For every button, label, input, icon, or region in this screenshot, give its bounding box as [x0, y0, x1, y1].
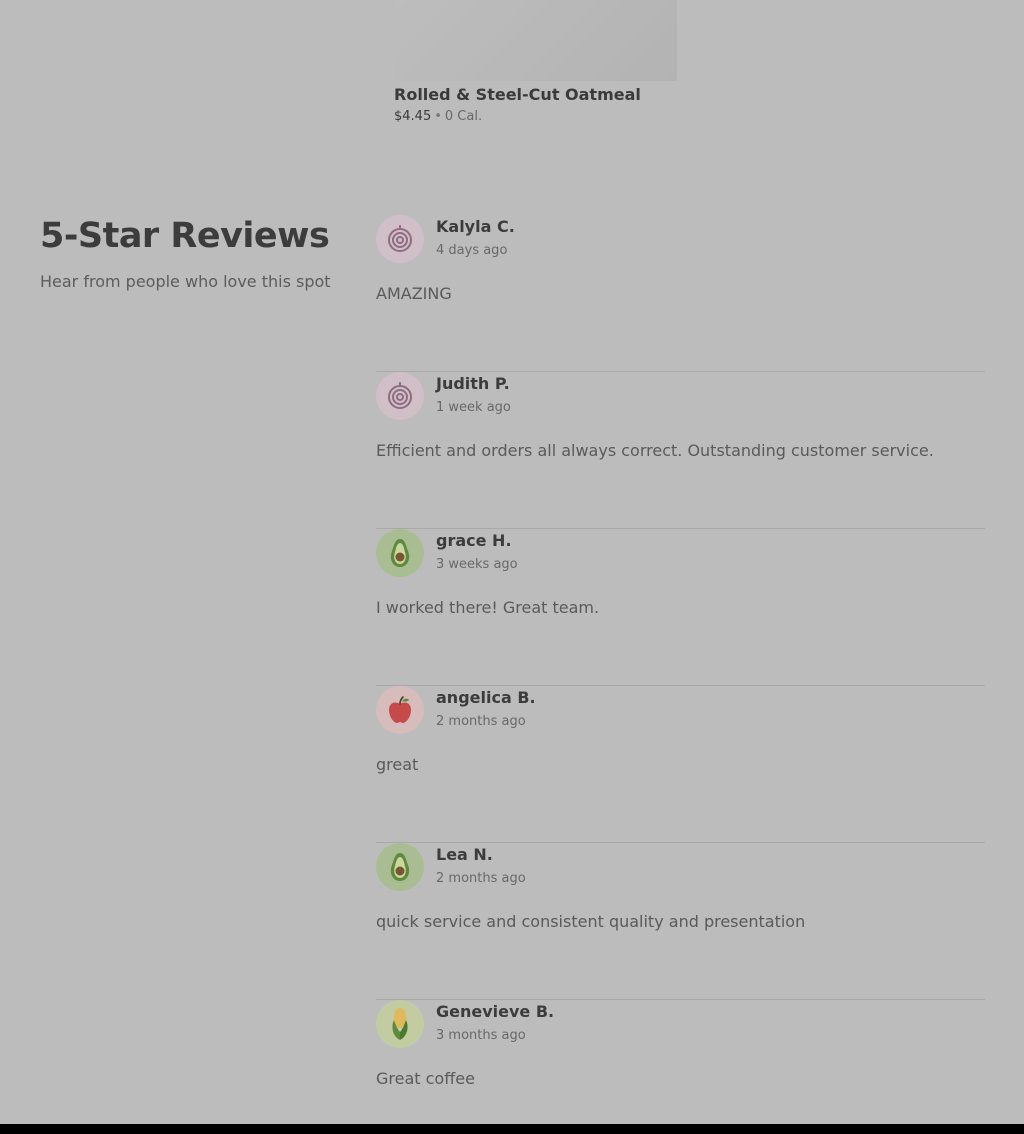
menu-item-meta: $4.45 • 0 Cal.: [394, 108, 677, 126]
menu-item-image[interactable]: [394, 0, 677, 81]
onion-icon: [385, 224, 415, 254]
apple-icon: [385, 695, 415, 725]
corn-icon: [388, 1006, 412, 1042]
menu-item-calories: 0 Cal.: [444, 109, 483, 124]
review-text: quick service and consistent quality and…: [376, 912, 806, 931]
reviews-title: 5-Star Reviews: [40, 216, 330, 256]
reviewer-name: Lea N.: [436, 845, 493, 864]
menu-item-card[interactable]: Rolled & Steel-Cut Oatmeal $4.45 • 0 Cal.: [394, 0, 677, 126]
review-text: Great coffee: [376, 1069, 475, 1088]
reviewer-avatar: [376, 686, 424, 734]
review-date: 2 months ago: [436, 714, 526, 729]
review-date: 4 days ago: [436, 243, 508, 258]
review-date: 3 weeks ago: [436, 557, 518, 572]
review-text: AMAZING: [376, 284, 452, 303]
reviewer-name: grace H.: [436, 531, 512, 550]
onion-icon: [385, 381, 415, 411]
review-item: Judith P. 1 week ago Efficient and order…: [376, 372, 985, 529]
reviewer-avatar: [376, 529, 424, 577]
store-page: Rolled & Steel-Cut Oatmeal $4.45 • 0 Cal. …: [0, 0, 1024, 1134]
menu-item-name[interactable]: Rolled & Steel-Cut Oatmeal: [394, 85, 677, 105]
review-text: I worked there! Great team.: [376, 598, 600, 617]
reviewer-avatar: [376, 372, 424, 420]
reviewer-name: angelica B.: [436, 688, 536, 707]
review-item: grace H. 3 weeks ago I worked there! Gre…: [376, 529, 985, 686]
review-item: Lea N. 2 months ago quick service and co…: [376, 843, 985, 1000]
review-item: Genevieve B. 3 months ago Great coffee: [376, 1000, 985, 1134]
reviewer-avatar: [376, 215, 424, 263]
review-item: angelica B. 2 months ago great: [376, 686, 985, 843]
reviewer-name: Judith P.: [436, 374, 510, 393]
reviewer-avatar: [376, 843, 424, 891]
reviews-heading: 5-Star Reviews Hear from people who love…: [40, 214, 340, 293]
bottom-bar: [0, 1124, 1024, 1134]
review-text: great: [376, 755, 419, 774]
reviewer-name: Genevieve B.: [436, 1002, 555, 1021]
review-list: Kalyla C. 4 days ago AMAZING Judith P. 1…: [376, 215, 985, 1134]
reviewer-name: Kalyla C.: [436, 217, 515, 236]
review-item: Kalyla C. 4 days ago AMAZING: [376, 215, 985, 372]
avocado-icon: [387, 851, 413, 883]
menu-item-price: $4.45: [394, 109, 432, 124]
meta-separator: •: [434, 109, 442, 124]
review-date: 1 week ago: [436, 400, 511, 415]
reviewer-avatar: [376, 1000, 424, 1048]
review-date: 2 months ago: [436, 871, 526, 886]
reviews-subtitle: Hear from people who love this spot: [40, 272, 331, 291]
review-date: 3 months ago: [436, 1028, 526, 1043]
avocado-icon: [387, 537, 413, 569]
review-text: Efficient and orders all always correct.…: [376, 441, 934, 460]
